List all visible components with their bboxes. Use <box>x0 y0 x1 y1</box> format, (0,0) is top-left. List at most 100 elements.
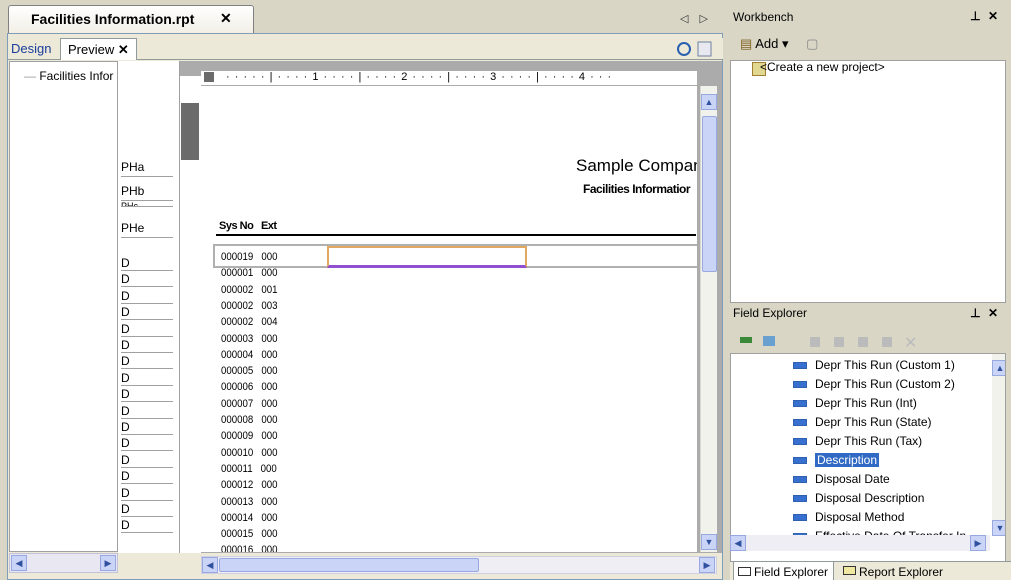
scroll-left-icon[interactable]: ◀ <box>202 557 218 573</box>
field-item[interactable]: Disposal Description <box>793 491 924 505</box>
header-rule <box>216 234 696 236</box>
field-item[interactable]: Depr This Run (Int) <box>793 396 917 410</box>
ext-cell: 000 <box>261 348 278 361</box>
sys-no-cell: 000009 <box>221 430 254 443</box>
workbench-toolbar: ▤ Add ▾ ▢ <box>730 30 1006 60</box>
field-item[interactable]: Disposal Date <box>793 472 890 486</box>
section-label[interactable]: PHb <box>121 181 173 201</box>
section-label[interactable]: PHe <box>121 218 173 238</box>
scroll-thumb[interactable] <box>219 558 479 572</box>
field-item[interactable]: Description <box>793 453 880 467</box>
field-item[interactable]: Depr This Run (Tax) <box>793 434 922 448</box>
table-row[interactable]: 000016 000 <box>221 544 278 552</box>
tab-field-explorer[interactable]: Field Explorer <box>733 562 834 580</box>
tab-preview-label: Preview <box>68 42 115 57</box>
tree-item[interactable]: — Facilities Infor <box>24 69 113 83</box>
field-item-label: Disposal Date <box>815 472 890 486</box>
section-label[interactable]: PHc <box>121 201 173 207</box>
close-icon[interactable]: ✕ <box>118 42 129 57</box>
section-label[interactable]: D <box>121 338 173 353</box>
field-list-scrollbar[interactable]: ▲ ▼ <box>992 354 1005 536</box>
section-label[interactable]: D <box>121 518 173 534</box>
sys-no-cell: 000016 <box>221 544 254 552</box>
section-label[interactable]: D <box>121 486 173 501</box>
section-label[interactable]: D <box>121 272 173 288</box>
group-tree: — Facilities Infor <box>9 61 118 552</box>
add-button[interactable]: ▤ Add ▾ <box>740 36 788 51</box>
field-icon <box>793 381 807 388</box>
section-label[interactable]: D <box>121 420 173 435</box>
section-label[interactable]: D <box>121 354 173 370</box>
refresh-icon[interactable] <box>664 40 716 58</box>
table-row[interactable]: 000009 000 <box>221 430 278 442</box>
sys-no-cell: 000005 <box>221 365 254 378</box>
section-label[interactable]: D <box>121 371 173 386</box>
pin-close-icons[interactable]: ⊥ ✕ <box>970 306 1000 320</box>
field-list-hscrollbar[interactable]: ◀ ▶ <box>730 535 990 551</box>
selected-field[interactable] <box>327 246 527 268</box>
field-item[interactable]: Depr This Run (State) <box>793 415 932 429</box>
table-row[interactable]: 000013 000 <box>221 496 278 508</box>
table-row[interactable]: 000004 000 <box>221 349 278 361</box>
scroll-up-icon[interactable]: ▲ <box>992 360 1005 376</box>
tab-report-explorer[interactable]: Report Explorer <box>841 565 943 579</box>
scroll-down-icon[interactable]: ▼ <box>992 520 1005 536</box>
scroll-down-icon[interactable]: ▼ <box>701 534 717 550</box>
ext-cell: 000 <box>261 511 278 524</box>
section-label[interactable]: D <box>121 387 173 403</box>
tab-nav-arrows[interactable]: ◁ ▷ <box>680 12 712 25</box>
ext-cell: 004 <box>261 316 278 329</box>
table-row[interactable]: 000006 000 <box>221 381 278 393</box>
section-label[interactable]: D <box>121 256 173 271</box>
browse-icon[interactable] <box>763 336 775 346</box>
insert-field-icon[interactable] <box>740 337 752 343</box>
table-row[interactable]: 000007 000 <box>221 398 278 410</box>
table-row[interactable]: 000012 000 <box>221 479 278 491</box>
tab-preview[interactable]: Preview ✕ <box>60 38 137 60</box>
scroll-right-icon[interactable]: ▶ <box>100 555 116 571</box>
scroll-right-icon[interactable]: ▶ <box>970 535 986 551</box>
tree-scrollbar[interactable]: ◀ ▶ <box>9 553 118 573</box>
section-label[interactable]: D <box>121 436 173 452</box>
document-tab[interactable]: Facilities Information.rpt ✕ <box>8 5 254 33</box>
table-row[interactable]: 000002 001 <box>221 284 278 296</box>
create-project-item[interactable]: <Create a new project> <box>738 60 885 74</box>
section-label[interactable]: D <box>121 404 173 419</box>
section-label[interactable]: PHa <box>121 157 173 177</box>
page-horizontal-scrollbar[interactable]: ◀ ▶ <box>201 556 717 574</box>
report-icon <box>843 566 856 575</box>
table-row[interactable]: 000002 004 <box>221 316 278 328</box>
field-item[interactable]: Disposal Method <box>793 510 904 524</box>
scroll-left-icon[interactable]: ◀ <box>11 555 27 571</box>
tab-design[interactable]: Design <box>11 41 51 56</box>
new-project-icon[interactable]: ▢ <box>806 36 818 51</box>
page-vertical-scrollbar[interactable]: ▲ ▼ <box>700 86 717 552</box>
scroll-left-icon[interactable]: ◀ <box>730 535 746 551</box>
table-row[interactable]: 000005 000 <box>221 365 278 377</box>
table-row[interactable]: 000010 000 <box>221 447 278 459</box>
table-row[interactable]: 000002 003 <box>221 300 278 312</box>
table-row[interactable]: 000008 000 <box>221 414 278 426</box>
section-label[interactable]: D <box>121 453 173 468</box>
field-item[interactable]: Depr This Run (Custom 1) <box>793 358 955 372</box>
table-row[interactable]: 000019 000 <box>221 251 278 263</box>
table-row[interactable]: 000003 000 <box>221 333 278 345</box>
scroll-thumb[interactable] <box>702 116 717 272</box>
section-label[interactable]: D <box>121 322 173 337</box>
field-item[interactable]: Depr This Run (Custom 2) <box>793 377 955 391</box>
table-row[interactable]: 000001 000 <box>221 267 278 279</box>
section-label[interactable]: D <box>121 289 173 304</box>
close-icon[interactable]: ✕ <box>220 10 232 27</box>
section-label[interactable]: D <box>121 305 173 321</box>
sys-no-cell: 000015 <box>221 528 254 541</box>
table-row[interactable]: 000014 000 <box>221 512 278 524</box>
scroll-up-icon[interactable]: ▲ <box>701 94 717 110</box>
scroll-right-icon[interactable]: ▶ <box>699 557 715 573</box>
table-row[interactable]: 000015 000 <box>221 528 278 540</box>
table-row[interactable]: 000011 000 <box>221 463 277 475</box>
section-label[interactable]: D <box>121 469 173 485</box>
ext-cell: 000 <box>261 544 278 552</box>
pin-close-icons[interactable]: ⊥ ✕ <box>970 9 1000 23</box>
sys-no-cell: 000019 <box>221 251 254 263</box>
section-label[interactable]: D <box>121 502 173 517</box>
